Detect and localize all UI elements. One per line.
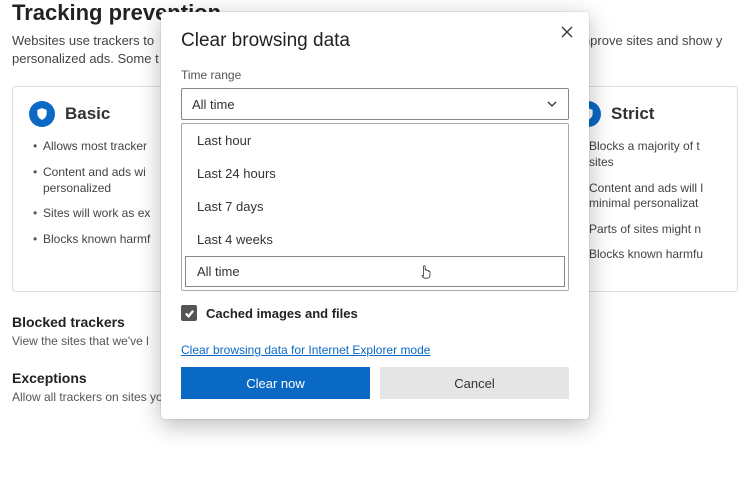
ie-mode-link[interactable]: Clear browsing data for Internet Explore… bbox=[181, 343, 430, 357]
option-last-7-days[interactable]: Last 7 days bbox=[182, 190, 568, 223]
close-icon[interactable] bbox=[555, 20, 579, 44]
dialog-overlay: Clear browsing data Time range All time … bbox=[0, 0, 750, 500]
option-last-4-weeks[interactable]: Last 4 weeks bbox=[182, 223, 568, 256]
clear-browsing-data-dialog: Clear browsing data Time range All time … bbox=[161, 12, 589, 419]
cancel-button[interactable]: Cancel bbox=[380, 367, 569, 399]
chevron-down-icon bbox=[546, 98, 558, 110]
option-all-time[interactable]: All time bbox=[185, 256, 565, 287]
time-range-select[interactable]: All time bbox=[181, 88, 569, 120]
time-range-label: Time range bbox=[181, 68, 569, 82]
dialog-title: Clear browsing data bbox=[181, 30, 569, 52]
option-last-24-hours[interactable]: Last 24 hours bbox=[182, 157, 568, 190]
time-range-dropdown: Last hour Last 24 hours Last 7 days Last… bbox=[181, 123, 569, 291]
option-last-hour[interactable]: Last hour bbox=[182, 124, 568, 157]
option-label: All time bbox=[197, 264, 240, 279]
select-value: All time bbox=[192, 97, 235, 112]
clear-now-button[interactable]: Clear now bbox=[181, 367, 370, 399]
checkbox-checked-icon[interactable] bbox=[181, 305, 197, 321]
cursor-pointer-icon bbox=[418, 261, 434, 281]
checkbox-label: Cached images and files bbox=[206, 306, 358, 321]
cached-images-row[interactable]: Cached images and files bbox=[181, 305, 569, 321]
